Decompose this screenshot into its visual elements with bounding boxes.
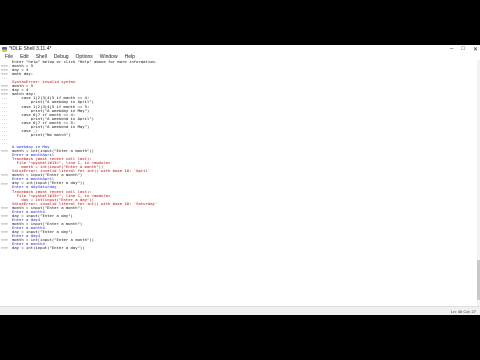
menu-shell[interactable]: Shell <box>36 54 47 60</box>
menu-edit[interactable]: Edit <box>20 54 29 60</box>
maximize-button[interactable]: □ <box>461 46 465 52</box>
shell-prompt: >>> <box>1 148 9 154</box>
shell-prompt: >>> <box>1 237 9 243</box>
shell-prompt: >>> <box>1 245 9 251</box>
shell-prompt: >>> <box>1 204 9 210</box>
shell-prompt: >>> <box>1 212 9 218</box>
minimize-button[interactable]: – <box>450 46 453 52</box>
menu-window[interactable]: Window <box>100 54 118 60</box>
prompt-gutter: >>> >>> >>>... >>> >>> >>>...................… <box>0 60 11 307</box>
shell-output[interactable]: Enter "help" below or click "Help" above… <box>12 60 480 307</box>
shell-prompt: >>> <box>1 172 9 178</box>
shell-prompt: ... <box>1 75 9 81</box>
close-button[interactable]: ✕ <box>473 46 478 53</box>
shell-prompt: >>> <box>1 221 9 226</box>
menu-debug[interactable]: Debug <box>54 54 69 60</box>
menu-file[interactable]: File <box>5 54 13 60</box>
shell-prompt: >>> <box>1 229 9 235</box>
python-app-icon <box>2 46 7 52</box>
shell-line: day = int(input("Enter a day")) <box>12 246 85 251</box>
cursor-position: Ln: 46 Col: 27 <box>451 309 476 314</box>
shell-prompt: ... <box>1 140 9 145</box>
menu-options[interactable]: Options <box>76 54 93 60</box>
window-controls: – □ ✕ <box>450 45 478 53</box>
title-bar: *IDLE Shell 3.11.4* – □ ✕ <box>0 45 480 53</box>
status-bar: Ln: 46 Col: 27 <box>0 306 480 315</box>
idle-shell-window: *IDLE Shell 3.11.4* – □ ✕ File Edit Shel… <box>0 45 480 315</box>
menu-bar: File Edit Shell Debug Options Window Hel… <box>0 53 480 60</box>
shell-text-area[interactable]: >>> >>> >>>... >>> >>> >>>...................… <box>0 60 480 307</box>
shell-prompt: >>> <box>1 180 9 186</box>
menu-help[interactable]: Help <box>125 54 135 60</box>
window-title: *IDLE Shell 3.11.4* <box>9 46 52 52</box>
